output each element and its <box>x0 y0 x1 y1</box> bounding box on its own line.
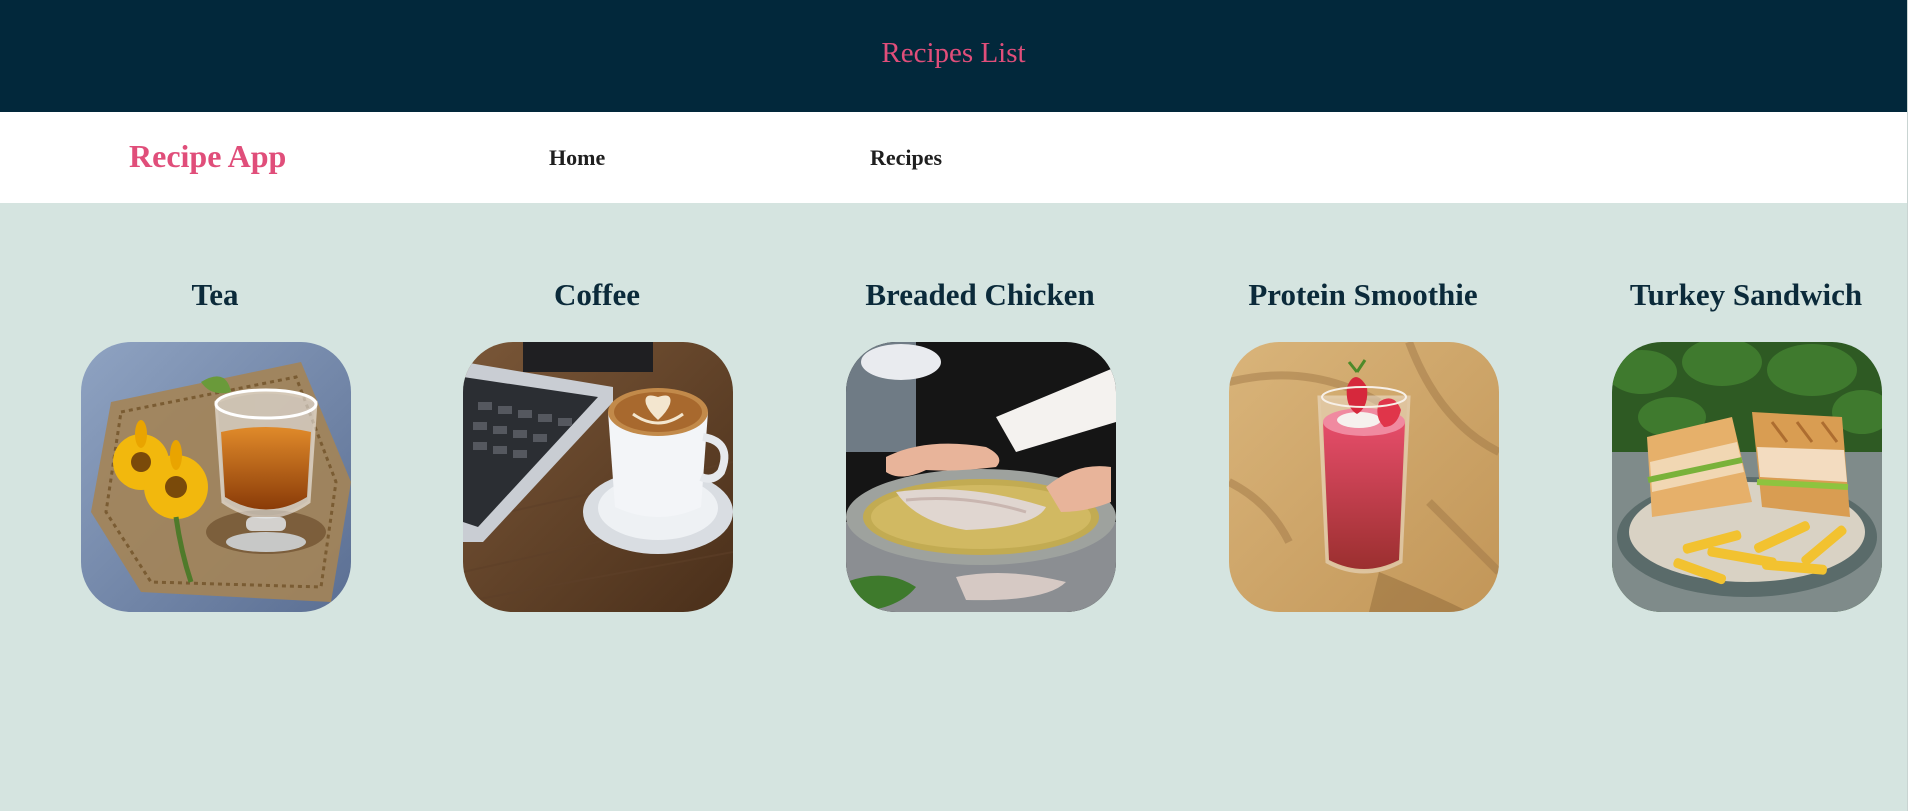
recipe-image-breaded-chicken[interactable] <box>846 342 1116 612</box>
recipe-image-turkey-sandwich[interactable] <box>1612 342 1882 612</box>
protein-smoothie-image <box>1229 342 1499 612</box>
recipe-title: Protein Smoothie <box>1248 277 1478 312</box>
top-header: Recipes List <box>0 0 1907 112</box>
page-title: Recipes List <box>881 37 1026 69</box>
recipe-title: Coffee <box>553 277 641 312</box>
recipe-title: Turkey Sandwich <box>1629 277 1863 312</box>
recipe-title: Tea <box>191 277 239 312</box>
brand-logo-link[interactable]: Recipe App <box>129 138 286 175</box>
navigation-bar: Recipe App Home Recipes <box>0 112 1907 203</box>
page: Recipes List Recipe App Home Recipes Tea <box>0 0 1908 811</box>
recipe-image-tea[interactable] <box>81 342 351 612</box>
breaded-chicken-image <box>846 342 1116 612</box>
coffee-image <box>463 342 733 612</box>
recipe-image-coffee[interactable] <box>463 342 733 612</box>
tea-image <box>81 342 351 612</box>
recipe-image-protein-smoothie[interactable] <box>1229 342 1499 612</box>
turkey-sandwich-image <box>1612 342 1882 612</box>
recipe-title: Breaded Chicken <box>865 277 1095 312</box>
nav-link-home[interactable]: Home <box>549 145 605 171</box>
nav-link-recipes[interactable]: Recipes <box>870 145 942 171</box>
